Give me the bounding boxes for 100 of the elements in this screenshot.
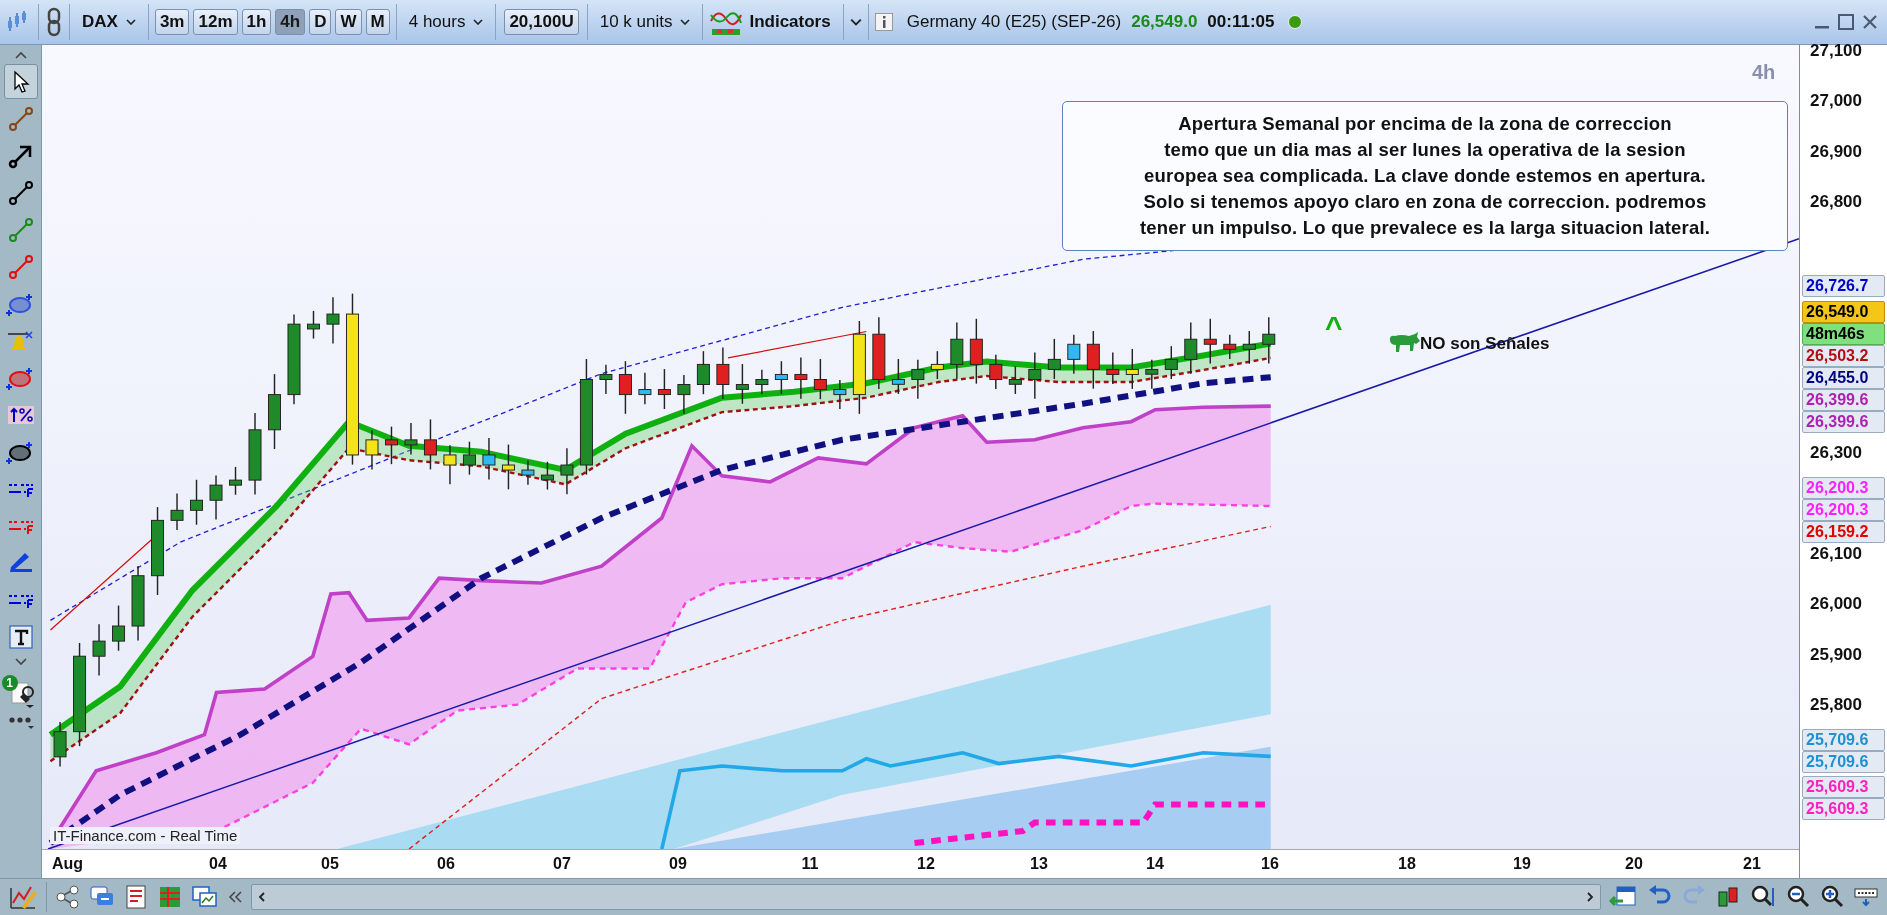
timeframe-button[interactable]: 3m: [154, 9, 190, 35]
candle: [813, 358, 827, 400]
indicators-button[interactable]: Indicators: [749, 12, 837, 32]
period-dropdown[interactable]: 4 hours: [402, 12, 490, 32]
candle: [404, 422, 418, 456]
candle: [1242, 330, 1256, 365]
candle: [443, 444, 457, 485]
candle: [501, 443, 515, 491]
price-tick-label: 26,900: [1810, 141, 1862, 162]
close-icon[interactable]: [1861, 13, 1879, 31]
candle: [462, 441, 476, 476]
link-icon[interactable]: [45, 7, 63, 37]
notification-badge: 1: [1, 675, 18, 691]
price-tag: 25,709.6: [1802, 751, 1885, 773]
timeframe-button[interactable]: M: [365, 9, 390, 35]
price-tag: 26,399.6: [1802, 411, 1885, 433]
units-dropdown[interactable]: 10 k units: [593, 12, 697, 32]
candle: [1067, 333, 1081, 375]
pointer-tool[interactable]: [3, 64, 38, 99]
price-tag: 25,709.6: [1802, 729, 1885, 751]
candle: [716, 346, 730, 400]
date-label: 21: [1743, 855, 1761, 874]
caret-icon: [125, 19, 136, 25]
candle: [112, 604, 126, 652]
bull-icon: [1387, 331, 1421, 355]
candle: [1164, 345, 1178, 380]
timeframe-button[interactable]: W: [335, 9, 362, 35]
price-tick-label: 25,900: [1810, 644, 1862, 665]
candle: [1203, 318, 1217, 365]
candle: [599, 364, 613, 395]
instrument-name: Germany 40 (E25) (SEP-26): [906, 12, 1122, 32]
candle: [833, 379, 847, 410]
price-tag: 26,549.0: [1802, 301, 1885, 323]
price-tag: 26,200.3: [1802, 477, 1885, 499]
scroll-up-icon[interactable]: [13, 51, 28, 59]
share-icon[interactable]: [55, 884, 81, 910]
date-label: 09: [669, 855, 687, 874]
last-price: 26,549.0: [1131, 12, 1198, 32]
candle: [1145, 359, 1159, 390]
signal-disclaimer: NO son Señales: [1420, 334, 1550, 354]
horizontal-scrollbar[interactable]: [251, 884, 1601, 910]
timeframe-button[interactable]: 12m: [193, 9, 238, 35]
candle: [229, 466, 242, 496]
candle: [1184, 321, 1198, 375]
price-tick-label: 26,300: [1810, 443, 1862, 464]
timeframe-button[interactable]: 4h: [275, 9, 306, 35]
candle: [92, 623, 106, 677]
price-tag: 26,503.2: [1802, 345, 1885, 367]
date-label: 07: [553, 855, 571, 874]
price-tick-label: 26,000: [1810, 594, 1862, 615]
data-source-label: IT-Finance.com - Real Time: [50, 827, 241, 844]
caret-icon: [680, 19, 691, 25]
info-icon[interactable]: [874, 13, 893, 31]
candle: [560, 447, 574, 496]
candle: [774, 360, 788, 395]
candle: [794, 356, 808, 400]
price-tick-label: 26,100: [1810, 544, 1862, 564]
scroll-down-icon[interactable]: [13, 658, 28, 666]
timeframe-button[interactable]: D: [309, 9, 332, 35]
report-icon[interactable]: [123, 884, 149, 910]
price-tag: 26,726.7: [1802, 275, 1885, 297]
date-label: 11: [801, 855, 819, 874]
collapse-icon[interactable]: [227, 889, 243, 905]
price-tag: 26,159.2: [1802, 521, 1885, 543]
date-label: 18: [1398, 855, 1416, 874]
windows-icon[interactable]: [191, 884, 219, 910]
candle: [950, 321, 964, 380]
symbol-dropdown[interactable]: DAX: [76, 12, 142, 32]
candle: [696, 350, 710, 395]
candle: [1125, 348, 1139, 390]
price-tick-label: 27,100: [1810, 41, 1862, 61]
candle: [482, 437, 496, 481]
candle: [1262, 316, 1276, 365]
candle: [735, 363, 749, 405]
date-label: 14: [1146, 855, 1164, 874]
caret-icon[interactable]: [849, 18, 862, 26]
candle: [365, 429, 379, 471]
candle: [326, 296, 340, 345]
date-label: 16: [1261, 855, 1279, 874]
candle: [190, 479, 203, 526]
candle: [969, 318, 983, 385]
maximize-icon[interactable]: [1837, 13, 1855, 31]
price-tick-label: 27,000: [1810, 91, 1862, 112]
date-label: 13: [1030, 855, 1048, 874]
zoom-in-icon[interactable]: [1819, 884, 1845, 910]
candle: [891, 358, 905, 395]
date-label: Aug: [52, 855, 84, 874]
timeframe-button[interactable]: 1h: [241, 9, 272, 35]
quantity-button[interactable]: 20,100U: [504, 9, 579, 35]
candle: [911, 359, 925, 400]
zoom-out-icon[interactable]: [1785, 884, 1811, 910]
date-label: 06: [437, 855, 455, 874]
candle: [1028, 351, 1042, 400]
candle: [307, 310, 320, 340]
date-label: 12: [917, 855, 935, 874]
candle: [989, 354, 1003, 390]
candle: [638, 371, 652, 405]
caret-icon: [473, 19, 484, 25]
candle: [384, 425, 398, 465]
compare-icon[interactable]: [1715, 884, 1741, 910]
